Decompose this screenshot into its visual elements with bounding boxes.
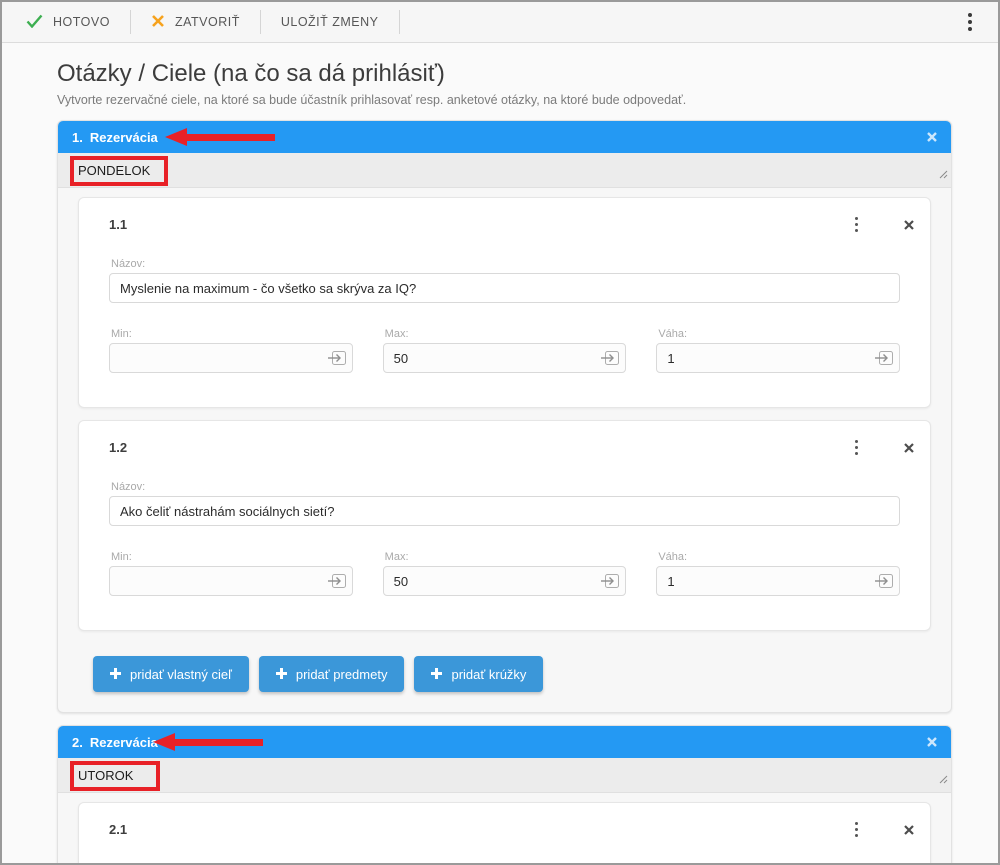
number-stepper-icon[interactable] <box>601 573 620 589</box>
reservation-title: Rezervácia <box>89 129 158 145</box>
min-input[interactable] <box>109 566 353 596</box>
page-title: Otázky / Ciele (na čo sa dá prihlásiť) <box>57 60 445 87</box>
reservation-title: Rezervácia <box>89 734 158 750</box>
reservation-card-1: 1. Rezervácia PONDELOK 1.1 Názov: Myslen… <box>57 120 952 713</box>
min-label: Min: <box>111 328 132 340</box>
number-stepper-icon[interactable] <box>601 350 620 366</box>
weight-label: Váha: <box>658 328 688 340</box>
reservation-card-1-body: 1.1 Názov: Min: <box>58 188 951 712</box>
max-input[interactable] <box>382 343 627 373</box>
max-label: Max: <box>384 328 409 340</box>
remove-reservation-icon[interactable] <box>927 737 937 747</box>
x-icon <box>151 14 165 31</box>
goal-card-2-1: 2.1 Názov: <box>78 802 931 863</box>
remove-reservation-icon[interactable] <box>927 132 937 142</box>
goal-menu-icon[interactable] <box>847 211 866 238</box>
goal-index: 1.1 <box>109 217 128 232</box>
overflow-menu-icon[interactable] <box>960 7 980 37</box>
goal-index: 1.2 <box>109 440 128 455</box>
goal-card-header: 1.1 <box>109 211 914 238</box>
goal-menu-icon[interactable] <box>847 434 866 461</box>
number-stepper-icon[interactable] <box>875 573 894 589</box>
toolbar-divider <box>398 10 400 34</box>
weight-label: Váha: <box>658 551 688 563</box>
goal-remove-icon[interactable] <box>904 824 914 835</box>
page-content: Otázky / Ciele (na čo sa dá prihlásiť) V… <box>2 43 998 863</box>
max-input[interactable] <box>382 566 627 596</box>
done-button-label: HOTOVO <box>53 15 110 29</box>
goal-card-header: 2.1 <box>109 816 914 843</box>
reservation-note-row: UTOROK <box>58 758 951 793</box>
number-stepper-icon[interactable] <box>327 350 347 366</box>
annotation-arrow <box>165 128 275 146</box>
reservation-card-1-header: 1. Rezervácia <box>58 121 951 153</box>
save-changes-button[interactable]: ULOŽIŤ ZMENY <box>261 2 399 42</box>
close-button[interactable]: ZATVORIŤ <box>131 2 260 42</box>
min-label: Min: <box>111 551 132 563</box>
resize-handle[interactable] <box>939 771 948 789</box>
goal-remove-icon[interactable] <box>904 219 914 230</box>
add-clubs-button[interactable]: pridať krúžky <box>414 656 544 692</box>
add-subjects-button[interactable]: pridať predmety <box>258 656 405 692</box>
reservation-note-row: PONDELOK <box>58 153 951 188</box>
plus-icon <box>431 667 443 682</box>
plus-icon <box>110 667 121 682</box>
goal-name-input[interactable] <box>109 496 900 526</box>
goal-card-header: 1.2 <box>109 434 914 461</box>
goal-index: 2.1 <box>109 822 128 837</box>
reservation-card-2-body: 2.1 Názov: <box>58 793 951 863</box>
reservation-note-textarea[interactable]: UTOROK <box>58 758 951 793</box>
save-changes-label: ULOŽIŤ ZMENY <box>280 15 379 29</box>
name-label: Názov: <box>111 258 146 270</box>
add-own-goal-label: pridať vlastný cieľ <box>130 666 232 682</box>
goal-remove-icon[interactable] <box>904 442 914 453</box>
app-window: HOTOVO ZATVORIŤ ULOŽIŤ ZMENY Otázky / Ci… <box>0 0 1000 865</box>
name-label: Názov: <box>111 481 146 493</box>
add-own-goal-button[interactable]: pridať vlastný cieľ <box>93 656 249 692</box>
weight-input[interactable] <box>656 566 901 596</box>
min-input[interactable] <box>109 343 353 373</box>
goal-name-input[interactable] <box>109 273 900 303</box>
reservation-number: 2. <box>72 734 83 750</box>
check-icon <box>26 14 43 31</box>
close-button-label: ZATVORIŤ <box>174 15 240 29</box>
add-clubs-label: pridať krúžky <box>451 666 527 682</box>
reservation-number: 1. <box>72 129 83 145</box>
plus-icon <box>275 667 287 682</box>
done-button[interactable]: HOTOVO <box>6 2 130 42</box>
goal-card-1-1: 1.1 Názov: Min: <box>78 197 931 408</box>
annotation-arrow <box>153 733 263 751</box>
toolbar: HOTOVO ZATVORIŤ ULOŽIŤ ZMENY <box>2 2 998 43</box>
goal-number-row: Min: Max: 50 Váha: 1 <box>109 328 901 373</box>
reservation-card-2: 2. Rezervácia UTOROK 2.1 <box>57 725 952 863</box>
goal-number-row: Min: Max: 50 Váha: 1 <box>109 551 901 596</box>
number-stepper-icon[interactable] <box>327 573 347 589</box>
goal-menu-icon[interactable] <box>847 816 866 843</box>
reservation-note-textarea[interactable]: PONDELOK <box>58 153 951 188</box>
add-buttons-row: pridať vlastný cieľ pridať predmety prid… <box>93 656 931 692</box>
add-subjects-label: pridať predmety <box>295 666 388 682</box>
weight-input[interactable] <box>656 343 901 373</box>
max-label: Max: <box>384 551 409 563</box>
number-stepper-icon[interactable] <box>875 350 894 366</box>
resize-handle[interactable] <box>939 166 948 184</box>
page-subtitle: Vytvorte rezervačné ciele, na ktoré sa b… <box>57 93 687 107</box>
reservation-card-2-header: 2. Rezervácia <box>58 726 951 758</box>
goal-card-1-2: 1.2 Názov: Min: <box>78 420 931 631</box>
